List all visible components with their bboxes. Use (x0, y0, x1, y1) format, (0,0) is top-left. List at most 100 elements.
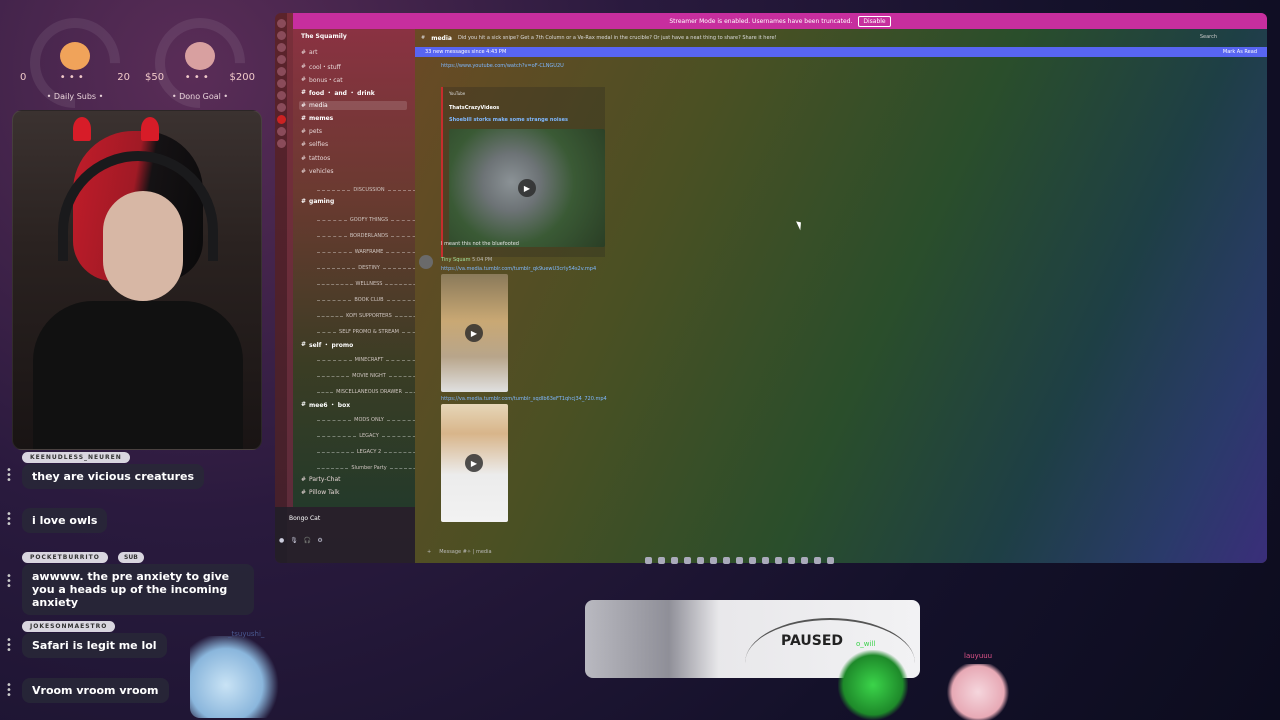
chat-dots: • • • (6, 465, 12, 486)
mark-as-read-button[interactable]: Mark As Read (1223, 49, 1257, 55)
sprite-mascot (190, 636, 280, 718)
category-legacy-2[interactable]: LEGACY 2 (317, 449, 422, 455)
taskbar-icon[interactable] (658, 556, 665, 564)
category-goofy-things[interactable]: GOOFY THINGS (317, 217, 421, 223)
message-input[interactable]: Message #✧ | media (439, 549, 491, 555)
server-icon[interactable] (276, 31, 286, 40)
server-icon[interactable] (276, 19, 286, 28)
category-legacy[interactable]: LEGACY (317, 433, 422, 439)
server-icon[interactable] (276, 55, 286, 64)
taskbar-icon[interactable] (775, 556, 782, 564)
taskbar-icon[interactable] (801, 556, 808, 564)
streamer-mode-bar: Streamer Mode is enabled. Usernames have… (293, 13, 1267, 29)
category-minecraft[interactable]: MINECRAFT (317, 357, 421, 363)
video-attachment[interactable]: ▶ (441, 404, 508, 522)
message-author[interactable]: Tiny (441, 257, 451, 263)
search-input[interactable]: Search (1200, 34, 1217, 40)
goal-dots: • • • (184, 72, 209, 83)
category-slumber-party[interactable]: Slumber Party (317, 465, 422, 471)
ghost-icon (185, 42, 215, 70)
taskbar-icon[interactable] (788, 556, 795, 564)
channel-mee6-box[interactable]: # mee6 ・ box (301, 400, 350, 409)
category-mods-only[interactable]: MODS ONLY (317, 417, 421, 423)
goal-dots: • • • (59, 72, 84, 83)
new-messages-bar[interactable]: 33 new messages since 4:43 PM Mark As Re… (415, 47, 1267, 57)
category-warframe[interactable]: WARFRAME (317, 249, 422, 255)
video-attachment[interactable]: ▶ (441, 274, 508, 392)
channel-header: # media Did you hit a sick snipe? Get a … (415, 29, 1267, 47)
tumblr-link[interactable]: https://va.media.tumblr.com/tumblr_qk9ue… (441, 266, 596, 272)
taskbar-icon[interactable] (749, 556, 756, 564)
avatar[interactable]: ● (279, 537, 284, 544)
server-icon[interactable] (276, 67, 286, 76)
channel-pillow-talk[interactable]: # Pillow Talk (301, 489, 340, 496)
embed-author[interactable]: ThatsCrazyVideos (449, 105, 499, 111)
server-icon[interactable] (276, 115, 286, 124)
channel-pets[interactable]: # pets (301, 128, 322, 135)
user-panel: Bongo Cat ● 🎙 🎧 ⚙ (275, 507, 415, 563)
channel-memes[interactable]: # memes (301, 115, 333, 122)
headphones-icon[interactable]: 🎧 (304, 537, 311, 544)
category-discussion[interactable]: DISCUSSION (317, 187, 421, 193)
channel-art[interactable]: # art (301, 49, 318, 56)
channel-selfies[interactable]: # selfies (301, 141, 328, 148)
category-movie-night[interactable]: MOVIE NIGHT (317, 373, 421, 379)
taskbar-icon[interactable] (736, 556, 743, 564)
category-book-club[interactable]: BOOK CLUB (317, 297, 422, 303)
embed-provider: YouTube (449, 91, 466, 96)
channel-cool-stuff[interactable]: # cool・stuff (301, 62, 341, 71)
taskbar-icon[interactable] (697, 556, 704, 564)
taskbar-icon[interactable] (827, 556, 834, 564)
category-misc[interactable]: MISCELLANEOUS DRAWER (317, 389, 422, 395)
gear-icon[interactable]: ⚙ (317, 537, 322, 544)
taskbar-icon[interactable] (645, 556, 652, 564)
avatar[interactable] (419, 255, 433, 269)
category-destiny[interactable]: DESTINY (317, 265, 422, 271)
channel-party-chat[interactable]: # Party-Chat (301, 476, 341, 483)
server-icon[interactable] (276, 79, 286, 88)
taskbar-icon[interactable] (684, 556, 691, 564)
add-attachment-icon[interactable]: + (427, 549, 431, 555)
dono-goal: $50 • • • $200 • Dono Goal • (136, 0, 264, 127)
video-thumbnail[interactable]: ▶ (449, 129, 605, 247)
mic-icon[interactable]: 🎙 (290, 537, 298, 544)
category-wellness[interactable]: WELLNESS (317, 281, 422, 287)
server-icon[interactable] (276, 43, 286, 52)
server-icon[interactable] (276, 103, 286, 112)
channel-food-drink[interactable]: # food ・ and ・ drink (301, 88, 375, 97)
taskbar-icon[interactable] (814, 556, 821, 564)
category-borderlands[interactable]: BORDERLANDS (317, 233, 422, 239)
chat-pane: # media Did you hit a sick snipe? Get a … (415, 29, 1267, 563)
guild-name[interactable]: The Squamily (293, 29, 415, 44)
goal-min: $50 (145, 72, 165, 83)
tumblr-link[interactable]: https://va.media.tumblr.com/tumblr_sqdIb… (441, 396, 607, 402)
youtube-link[interactable]: https://www.youtube.com/watch?v=oF-CLNGU… (441, 63, 564, 69)
goal-max: 20 (117, 72, 130, 83)
discord-window: Streamer Mode is enabled. Usernames have… (275, 13, 1267, 563)
taskbar-icon[interactable] (723, 556, 730, 564)
category-self-promo[interactable]: SELF PROMO & STREAM (317, 329, 421, 335)
taskbar-icon[interactable] (710, 556, 717, 564)
chat-message: i love owls (22, 508, 108, 533)
embed-title[interactable]: Shoebill storks make some strange noises (449, 117, 568, 123)
channel-bonus-cat[interactable]: # bonus・cat (301, 75, 343, 84)
channel-gaming[interactable]: # gaming (301, 198, 334, 205)
play-icon[interactable]: ▶ (518, 179, 536, 197)
channel-self-promo[interactable]: # self ・ promo (301, 340, 353, 349)
channel-tattoos[interactable]: # tattoos (301, 155, 330, 162)
author-tag: Squam (453, 257, 471, 263)
disable-button[interactable]: Disable (858, 15, 891, 27)
server-icon[interactable] (276, 139, 286, 148)
server-icon[interactable] (276, 91, 286, 100)
channel-media[interactable]: # media (299, 101, 407, 110)
chat-username: KEENUDLESS_NEUREN (22, 452, 130, 463)
play-icon[interactable]: ▶ (465, 454, 483, 472)
server-icon[interactable] (276, 127, 286, 136)
taskbar-icon[interactable] (671, 556, 678, 564)
chat-message: awwww. the pre anxiety to give you a hea… (22, 564, 254, 615)
channel-vehicles[interactable]: # vehicles (301, 168, 334, 175)
taskbar-icon[interactable] (762, 556, 769, 564)
play-icon[interactable]: ▶ (465, 324, 483, 342)
category-kofi[interactable]: KOFI SUPPORTERS (317, 313, 421, 319)
sprite-name: o_will (856, 640, 876, 648)
